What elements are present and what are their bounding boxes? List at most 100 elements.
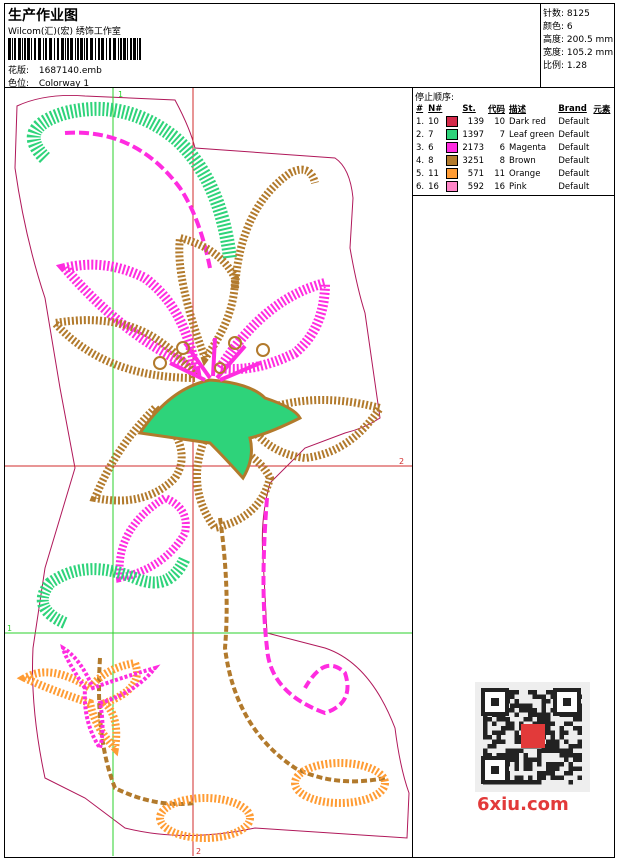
guide-label-h2: 2 xyxy=(399,457,404,466)
col-brand: Brand xyxy=(558,103,587,114)
col-color xyxy=(444,102,460,115)
design-file-label: 花版: xyxy=(8,66,30,76)
guide-label-h1: 1 xyxy=(7,624,12,633)
row-brand: Default xyxy=(558,181,590,192)
color-swatch xyxy=(446,116,459,127)
orange-flower-petals xyxy=(16,658,141,757)
table-row: 6. 16 592 16 Pink Default xyxy=(414,180,612,193)
row-brand: Default xyxy=(558,116,590,127)
magenta-vine-right xyxy=(261,497,350,716)
row-description: Dark red xyxy=(509,116,546,127)
barcode xyxy=(8,38,141,60)
green-swirl-lower xyxy=(36,555,191,629)
row-needle: 16 xyxy=(428,181,439,192)
color-swatch xyxy=(446,168,459,179)
row-element xyxy=(591,180,612,193)
embroidery-preview: 1 2 1 2 xyxy=(5,88,412,856)
row-brand: Default xyxy=(558,129,590,140)
row-index: 5. xyxy=(416,168,425,179)
table-row: 4. 8 3251 8 Brown Default xyxy=(414,154,612,167)
table-row: 2. 7 1397 7 Leaf green Default xyxy=(414,128,612,141)
row-element xyxy=(591,128,612,141)
page-title: 生产作业图 xyxy=(8,8,78,24)
row-code: 8 xyxy=(499,155,506,166)
leaf-left-lower xyxy=(115,493,190,583)
table-header-row: # N# St. 代码 描述 Brand 元素 xyxy=(414,102,612,115)
color-swatch xyxy=(446,181,459,192)
row-stitches: 139 xyxy=(467,116,485,127)
row-code: 6 xyxy=(499,142,506,153)
row-description: Pink xyxy=(509,181,527,192)
row-description: Leaf green xyxy=(509,129,555,140)
stop-sequence-table: # N# St. 代码 描述 Brand 元素 1. 10 139 10 Dark re… xyxy=(414,102,612,193)
row-stitches: 1397 xyxy=(462,129,485,140)
stocking-outline xyxy=(14,94,410,839)
row-needle: 8 xyxy=(428,155,434,166)
green-center-leaves xyxy=(137,378,303,481)
col-needle: N# xyxy=(428,103,443,114)
row-brand: Default xyxy=(558,155,590,166)
col-index: # xyxy=(416,103,424,114)
row-element xyxy=(591,141,612,154)
embroidery-design-area: 1 2 1 2 xyxy=(5,88,413,857)
spec-scale: 比例: 1.28 xyxy=(543,61,587,71)
row-index: 4. xyxy=(416,155,425,166)
guide-label-v2: 2 xyxy=(196,847,201,856)
design-file-row: 花版: 1687140.emb xyxy=(8,63,102,76)
row-swatch xyxy=(444,167,460,180)
color-swatch xyxy=(446,129,459,140)
spec-panel: 针数: 8125 颜色: 6 高度: 200.5 mm 宽度: 105.2 mm… xyxy=(541,4,614,88)
col-code: 代码 xyxy=(488,104,506,115)
row-brand: Default xyxy=(558,168,590,179)
row-code: 16 xyxy=(494,181,506,192)
table-row: 5. 11 571 11 Orange Default xyxy=(414,167,612,180)
spec-height: 高度: 200.5 mm xyxy=(543,35,614,45)
row-description: Brown xyxy=(509,155,536,166)
row-element xyxy=(591,154,612,167)
row-swatch xyxy=(444,180,460,193)
table-row: 3. 6 2173 6 Magenta Default xyxy=(414,141,612,154)
brown-vine-center xyxy=(218,517,386,784)
row-stitches: 592 xyxy=(467,181,485,192)
row-element xyxy=(591,115,612,128)
production-sheet: 生产作业图 Wilcom(汇)(宏) 绣饰工作室 花版: 1687140.emb… xyxy=(4,3,615,858)
row-stitches: 3251 xyxy=(462,155,485,166)
row-code: 7 xyxy=(499,129,506,140)
spec-width: 宽度: 105.2 mm xyxy=(543,48,614,58)
row-index: 6. xyxy=(416,181,425,192)
company-name: Wilcom(汇)(宏) 绣饰工作室 xyxy=(8,27,121,37)
row-swatch xyxy=(444,141,460,154)
row-swatch xyxy=(444,154,460,167)
design-file-value: 1687140.emb xyxy=(38,66,102,76)
qr-code xyxy=(475,682,590,792)
magenta-stem-top xyxy=(64,130,212,269)
row-needle: 7 xyxy=(428,129,434,140)
row-stitches: 571 xyxy=(467,168,485,179)
row-brand: Default xyxy=(558,142,590,153)
col-description: 描述 xyxy=(509,104,527,115)
row-index: 1. xyxy=(416,116,425,127)
table-row: 1. 10 139 10 Dark red Default xyxy=(414,115,612,128)
row-index: 3. xyxy=(416,142,425,153)
row-description: Orange xyxy=(509,168,541,179)
row-swatch xyxy=(444,115,460,128)
header-block: 生产作业图 Wilcom(汇)(宏) 绣饰工作室 花版: 1687140.emb… xyxy=(5,4,541,89)
spec-colors: 颜色: 6 xyxy=(543,22,573,32)
stop-sequence-panel: 停止顺序: # N# St. 代码 描述 Brand 元素 1. 10 139 10 D… xyxy=(413,88,614,196)
row-code: 10 xyxy=(494,116,506,127)
guide-label-v1: 1 xyxy=(118,90,123,99)
brown-curl-top xyxy=(231,165,319,289)
row-needle: 6 xyxy=(428,142,434,153)
row-element xyxy=(591,167,612,180)
row-stitches: 2173 xyxy=(462,142,485,153)
watermark-text: 6xiu.com xyxy=(477,794,569,815)
col-element: 元素 xyxy=(593,104,611,115)
spec-stitches: 针数: 8125 xyxy=(543,9,590,19)
row-description: Magenta xyxy=(509,142,547,153)
col-stitches: St. xyxy=(462,103,476,114)
color-swatch xyxy=(446,155,459,166)
row-needle: 11 xyxy=(428,168,439,179)
orange-feather-right xyxy=(291,759,389,807)
row-index: 2. xyxy=(416,129,425,140)
row-code: 11 xyxy=(494,168,506,179)
